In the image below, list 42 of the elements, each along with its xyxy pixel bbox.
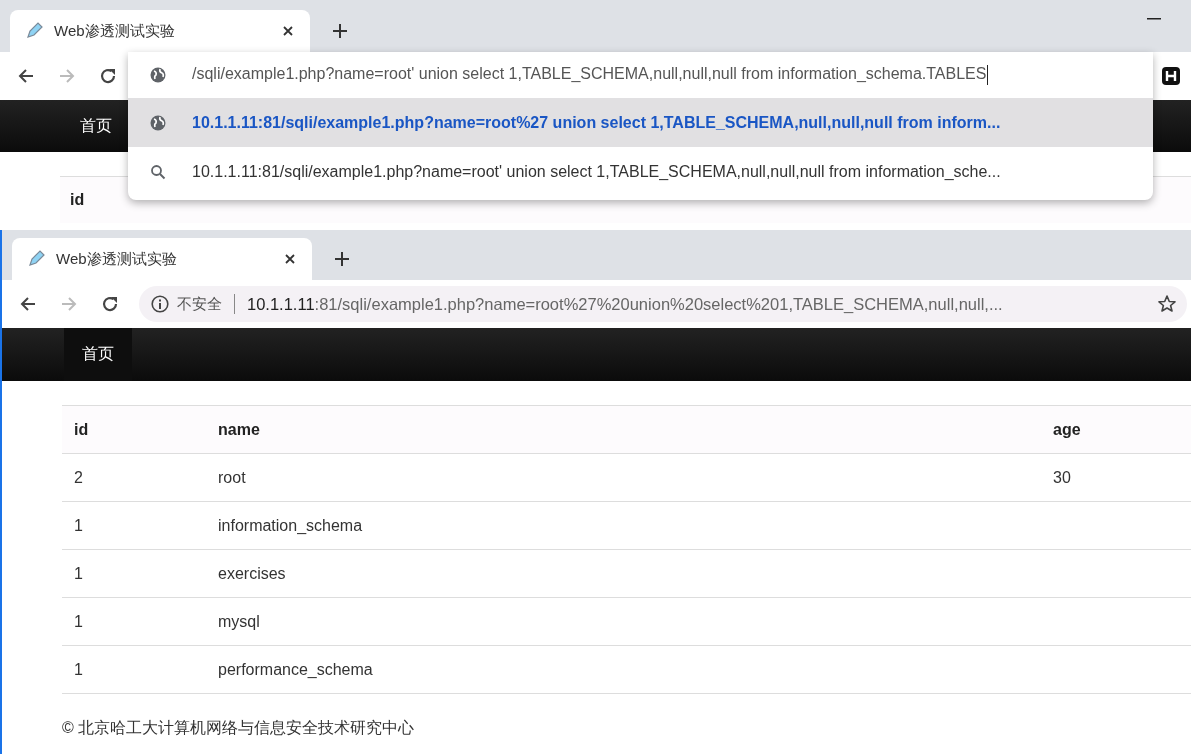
info-icon[interactable]: [151, 295, 169, 313]
table-cell-text: 1: [73, 564, 84, 583]
column-header: name: [218, 420, 261, 439]
copyright-text: © 北京哈工大计算机网络与信息安全技术研究中心: [62, 718, 416, 738]
new-tab-icon[interactable]: [332, 23, 348, 39]
browser-tab[interactable]: Web渗透测试实验: [10, 10, 310, 52]
tab-title: Web渗透测试实验: [54, 21, 176, 41]
extension-icon[interactable]: [1161, 66, 1181, 86]
pencil-icon: [24, 21, 44, 41]
table-cell-text: 1: [73, 516, 84, 535]
column-header: id: [69, 191, 85, 209]
pencil-icon: [26, 249, 46, 269]
table-cell-text: exercises: [218, 564, 287, 583]
url-text: 10.1.1.11:81/sqli/example1.php?name=root%27%20union%20select%201,TABLE_SCHEMA,null,null,...: [247, 294, 1003, 314]
table-cell-text: performance_schema: [218, 660, 374, 679]
table-cell-text: root: [218, 468, 247, 487]
reload-icon[interactable]: [100, 294, 120, 314]
minimize-icon[interactable]: [1147, 18, 1161, 20]
globe-icon: [150, 67, 166, 83]
table-cell-text: 1: [73, 612, 84, 631]
globe-icon: [150, 114, 166, 131]
search-icon: [150, 163, 166, 180]
nav-link[interactable]: 首页: [62, 100, 130, 152]
reload-icon[interactable]: [98, 66, 118, 86]
close-icon[interactable]: [284, 253, 296, 265]
tab-title: Web渗透测试实验: [56, 249, 178, 269]
close-icon[interactable]: [282, 25, 294, 37]
table-cell-text: information_schema: [218, 516, 364, 535]
security-label: 不安全: [177, 294, 222, 314]
address-input[interactable]: /sqli/example1.php?name=root' union select 1,TABLE_SCHEMA,null,null,null from information_schema.TABLES: [192, 65, 989, 85]
table-cell-text: 30: [1053, 468, 1072, 487]
browser-tab[interactable]: Web渗透测试实验: [12, 238, 312, 280]
table-cell-text: 2: [73, 468, 84, 487]
column-header: age: [1053, 420, 1082, 439]
star-icon[interactable]: [1157, 294, 1177, 314]
column-header: id: [73, 420, 90, 439]
suggestion-item[interactable]: 10.1.1.11:81/sqli/example1.php?name=root' union select 1,TABLE_SCHEMA,null,null,null from information_sche...: [128, 147, 1153, 196]
suggestion-item[interactable]: 10.1.1.11:81/sqli/example1.php?name=root%27 union select 1,TABLE_SCHEMA,null,null,null from inform...: [128, 98, 1153, 147]
new-tab-icon[interactable]: [334, 251, 350, 267]
table-cell-text: mysql: [218, 612, 261, 631]
table-cell-text: 1: [73, 660, 84, 679]
address-bar[interactable]: 不安全 10.1.1.11:81/sqli/example1.php?name=root%27%20union%20select%201,TABLE_SCHEMA,null,null,...: [139, 286, 1187, 322]
